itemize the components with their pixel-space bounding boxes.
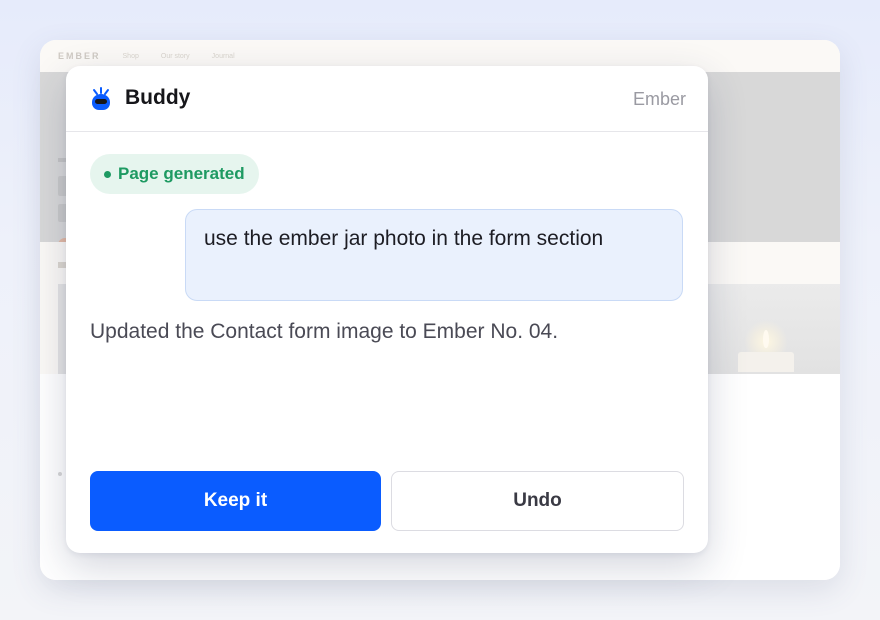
site-nav-link-journal: Journal (211, 52, 235, 60)
user-message-text: use the ember jar photo in the form sect… (204, 227, 604, 250)
site-logo: EMBER (58, 51, 101, 61)
hero-kicker (58, 158, 66, 162)
undo-button[interactable]: Undo (391, 471, 684, 531)
status-badge: Page generated (90, 154, 259, 194)
candle-image (700, 284, 840, 374)
panel-title: Buddy (125, 86, 191, 109)
assistant-message-text: Updated the Contact form image to Ember … (90, 320, 559, 343)
bullet-dot (58, 472, 62, 476)
panel-header: Buddy Ember (66, 66, 708, 132)
user-message-bubble: use the ember jar photo in the form sect… (185, 209, 683, 301)
candle-body (738, 352, 794, 372)
candle-flame (763, 330, 769, 348)
status-dot (104, 171, 111, 178)
site-nav-link-shop: Shop (122, 52, 139, 60)
buddy-bot-icon (90, 87, 112, 111)
status-label: Page generated (118, 164, 245, 183)
buddy-panel: Buddy Ember Page generated use the ember… (66, 66, 708, 553)
keep-it-button[interactable]: Keep it (90, 471, 381, 531)
site-nav-link-story: Our story (160, 52, 190, 60)
site-name: Ember (632, 89, 686, 109)
